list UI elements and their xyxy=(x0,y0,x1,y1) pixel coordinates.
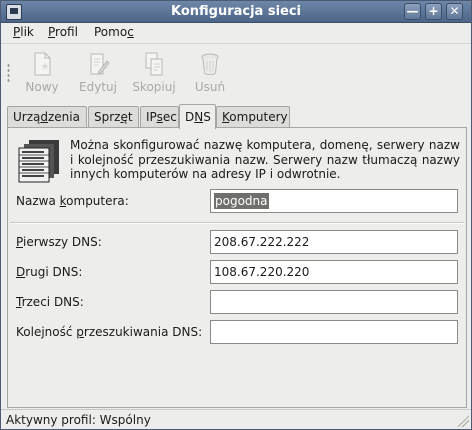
primary-dns-input[interactable] xyxy=(210,230,458,254)
section-divider xyxy=(10,222,464,224)
search-path-label-rest: rzeszukiwania DNS: xyxy=(83,325,203,339)
trash-icon xyxy=(201,53,219,75)
tab-devices-mnemonic: d xyxy=(40,110,48,124)
toolbar-grip-handle[interactable] xyxy=(7,63,10,83)
tab-dns-label: D xyxy=(185,110,195,124)
search-path-label-mnemonic: p xyxy=(76,325,84,339)
menu-profile-mnemonic: P xyxy=(48,25,56,39)
edit-button[interactable]: Edytuj xyxy=(74,51,122,95)
menu-file[interactable]: Plik xyxy=(13,25,34,39)
edit-document-icon xyxy=(90,53,110,75)
search-path-input[interactable] xyxy=(210,320,458,344)
minimize-button[interactable]: — xyxy=(404,3,421,20)
primary-dns-label-rest: ierwszy DNS: xyxy=(22,235,102,249)
search-path-label-pre: Kolejność xyxy=(16,325,77,339)
tab-ipsec-label: IP xyxy=(146,110,157,124)
tertiary-dns-label-rest: rzeci DNS: xyxy=(21,295,84,309)
primary-dns-label-mnemonic: P xyxy=(16,235,23,249)
tab-ipsec-label-rest: ec xyxy=(162,110,177,124)
delete-button-label: Usuń xyxy=(194,80,226,94)
close-button[interactable]: ✕ xyxy=(446,3,463,20)
tertiary-dns-label: Trzeci DNS: xyxy=(16,295,84,309)
dns-info: Można skonfigurować nazwę komputera, dom… xyxy=(17,138,462,187)
menu-file-label: lik xyxy=(20,25,34,39)
toolbar: Nowy Edytuj Skopiuj Usuń xyxy=(1,45,471,97)
tab-devices[interactable]: Urządzenia xyxy=(7,106,87,128)
search-path-row: Kolejność przeszukiwania DNS: xyxy=(8,320,466,345)
tab-hardware[interactable]: Sprzęt xyxy=(88,106,139,128)
tab-hardware-label-rest: t xyxy=(127,110,133,124)
copy-button-label: Skopiuj xyxy=(132,80,176,94)
hostname-label: Nazwa komputera: xyxy=(16,194,129,208)
dns-description: Można skonfigurować nazwę komputera, dom… xyxy=(70,138,460,181)
maximize-button[interactable]: + xyxy=(425,3,442,20)
copy-icon xyxy=(145,52,163,76)
network-table-icon xyxy=(18,140,59,183)
tab-devices-label: Urzą xyxy=(13,110,41,124)
tab-hosts[interactable]: Komputery xyxy=(216,106,290,128)
hostname-selected-text: pogodna xyxy=(214,193,269,209)
network-config-window: Konfiguracja sieci — + ✕ Plik Profil Pom… xyxy=(0,0,472,430)
tab-dns-label-rest: S xyxy=(203,110,211,124)
hostname-label-pre: Nazwa xyxy=(16,194,60,208)
edit-button-label: Edytuj xyxy=(79,80,117,94)
tab-devices-label-rest: zenia xyxy=(48,110,80,124)
hostname-label-rest: omputera: xyxy=(66,194,129,208)
new-button[interactable]: Nowy xyxy=(18,51,66,95)
copy-button[interactable]: Skopiuj xyxy=(130,51,178,95)
secondary-dns-input[interactable] xyxy=(210,260,458,284)
tab-dns-mnemonic: N xyxy=(194,110,204,124)
secondary-dns-label-mnemonic: D xyxy=(16,265,26,279)
menu-bar: Plik Profil Pomoc xyxy=(1,23,471,44)
tab-hardware-mnemonic: ę xyxy=(120,110,128,124)
tertiary-dns-input[interactable] xyxy=(210,290,458,314)
delete-button[interactable]: Usuń xyxy=(186,51,234,95)
status-bar: Aktywny profil: Wspólny xyxy=(1,409,471,429)
menu-help-mnemonic: c xyxy=(127,25,134,39)
menu-help-label: Pomo xyxy=(94,25,128,39)
search-path-label: Kolejność przeszukiwania DNS: xyxy=(16,325,202,339)
primary-dns-row: Pierwszy DNS: xyxy=(8,230,466,255)
menu-help[interactable]: Pomoc xyxy=(94,25,134,39)
resize-grip-handle[interactable] xyxy=(457,415,469,427)
tertiary-dns-row: Trzeci DNS: xyxy=(8,290,466,315)
secondary-dns-row: Drugi DNS: xyxy=(8,260,466,285)
menu-profile[interactable]: Profil xyxy=(48,25,78,39)
window-title: Konfiguracja sieci xyxy=(170,4,302,19)
active-profile-status: Aktywny profil: Wspólny xyxy=(6,413,151,427)
new-document-icon xyxy=(34,52,51,76)
secondary-dns-label-rest: rugi DNS: xyxy=(25,265,83,279)
primary-dns-label: Pierwszy DNS: xyxy=(16,235,102,249)
new-button-label: Nowy xyxy=(25,80,59,94)
menu-profile-label: rofil xyxy=(55,25,78,39)
tab-hosts-label: omputery xyxy=(229,110,288,124)
dns-tab-panel: Można skonfigurować nazwę komputera, dom… xyxy=(7,127,467,408)
secondary-dns-label: Drugi DNS: xyxy=(16,265,82,279)
hostname-row: Nazwa komputera: pogodna xyxy=(8,189,466,214)
tab-ipsec[interactable]: IPsec xyxy=(140,106,179,128)
tab-hardware-label: Sprz xyxy=(94,110,121,124)
tab-dns[interactable]: DNS xyxy=(179,104,216,129)
title-bar[interactable]: Konfiguracja sieci — + ✕ xyxy=(1,1,471,23)
